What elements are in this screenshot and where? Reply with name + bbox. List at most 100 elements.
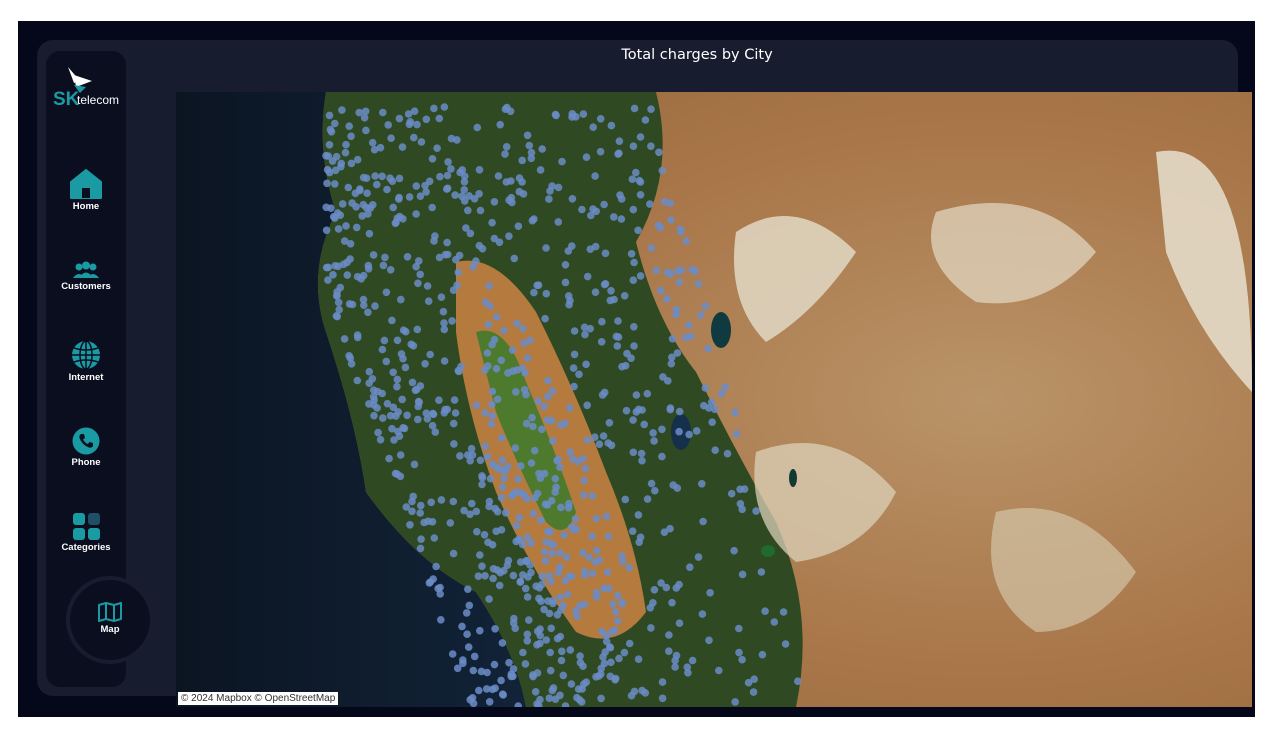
city-marker[interactable] — [449, 419, 458, 428]
city-marker[interactable] — [536, 639, 544, 648]
city-marker[interactable] — [675, 619, 684, 627]
city-marker[interactable] — [681, 333, 690, 342]
city-marker[interactable] — [592, 593, 601, 601]
city-marker[interactable] — [761, 607, 769, 615]
city-marker[interactable] — [727, 489, 736, 498]
city-marker[interactable] — [523, 630, 532, 639]
city-marker[interactable] — [591, 288, 600, 296]
city-marker[interactable] — [325, 111, 334, 120]
city-marker[interactable] — [597, 338, 606, 346]
city-marker[interactable] — [410, 133, 418, 142]
city-marker[interactable] — [779, 608, 788, 616]
city-marker[interactable] — [688, 656, 697, 665]
city-marker[interactable] — [381, 253, 389, 262]
city-marker[interactable] — [735, 648, 743, 657]
city-marker[interactable] — [542, 636, 551, 644]
city-marker[interactable] — [455, 251, 464, 260]
city-marker[interactable] — [579, 549, 587, 557]
city-marker[interactable] — [627, 250, 636, 258]
city-marker[interactable] — [526, 561, 534, 569]
city-marker[interactable] — [731, 698, 739, 706]
city-marker[interactable] — [513, 319, 521, 328]
city-marker[interactable] — [542, 244, 550, 252]
city-marker[interactable] — [359, 295, 368, 304]
city-marker[interactable] — [489, 574, 497, 583]
city-marker[interactable] — [429, 409, 437, 418]
city-marker[interactable] — [417, 501, 425, 510]
city-marker[interactable] — [498, 690, 507, 698]
city-marker[interactable] — [450, 396, 459, 404]
city-marker[interactable] — [731, 408, 739, 417]
city-marker[interactable] — [618, 362, 626, 371]
city-marker[interactable] — [556, 593, 564, 601]
city-marker[interactable] — [614, 317, 622, 325]
city-marker[interactable] — [340, 335, 349, 343]
city-marker[interactable] — [498, 456, 507, 464]
city-marker[interactable] — [698, 610, 707, 618]
city-marker[interactable] — [495, 581, 504, 590]
city-marker[interactable] — [498, 483, 507, 492]
city-marker[interactable] — [334, 298, 343, 307]
city-marker[interactable] — [732, 430, 741, 438]
city-marker[interactable] — [650, 437, 658, 445]
city-marker[interactable] — [606, 296, 615, 305]
city-marker[interactable] — [462, 224, 470, 232]
city-marker[interactable] — [389, 368, 397, 377]
city-marker[interactable] — [575, 370, 583, 379]
city-marker[interactable] — [516, 558, 525, 566]
city-marker[interactable] — [794, 677, 802, 685]
city-marker[interactable] — [694, 280, 703, 288]
city-marker[interactable] — [551, 474, 560, 483]
city-marker[interactable] — [458, 622, 466, 631]
city-marker[interactable] — [554, 455, 562, 464]
city-marker[interactable] — [641, 116, 650, 124]
city-marker[interactable] — [447, 165, 455, 173]
city-marker[interactable] — [551, 695, 560, 703]
city-marker[interactable] — [388, 177, 397, 185]
city-marker[interactable] — [628, 527, 637, 535]
city-marker[interactable] — [430, 104, 438, 113]
city-marker[interactable] — [478, 562, 486, 570]
city-marker[interactable] — [376, 435, 385, 444]
city-marker[interactable] — [579, 110, 588, 118]
city-marker[interactable] — [641, 689, 650, 697]
city-marker[interactable] — [490, 198, 499, 206]
city-marker[interactable] — [542, 538, 550, 546]
city-marker[interactable] — [582, 360, 590, 369]
city-marker[interactable] — [432, 562, 440, 571]
city-marker[interactable] — [369, 251, 378, 259]
city-marker[interactable] — [598, 627, 606, 636]
city-marker[interactable] — [440, 357, 449, 365]
city-marker[interactable] — [417, 138, 426, 146]
city-marker[interactable] — [556, 463, 564, 472]
city-marker[interactable] — [738, 570, 747, 579]
city-marker[interactable] — [735, 624, 743, 633]
city-marker[interactable] — [585, 553, 593, 562]
city-marker[interactable] — [676, 225, 685, 233]
city-marker[interactable] — [597, 694, 605, 703]
city-marker[interactable] — [485, 698, 494, 706]
city-marker[interactable] — [515, 174, 524, 182]
city-marker[interactable] — [610, 213, 618, 221]
city-marker[interactable] — [701, 302, 710, 310]
city-marker[interactable] — [435, 114, 444, 123]
city-marker[interactable] — [433, 144, 441, 152]
city-marker[interactable] — [688, 265, 697, 274]
city-marker[interactable] — [342, 222, 350, 230]
city-marker[interactable] — [643, 389, 652, 398]
city-marker[interactable] — [658, 678, 667, 686]
city-marker[interactable] — [583, 272, 592, 281]
city-marker[interactable] — [533, 281, 541, 290]
city-marker[interactable] — [757, 568, 766, 576]
city-marker[interactable] — [531, 494, 539, 502]
city-marker[interactable] — [704, 344, 712, 353]
city-marker[interactable] — [579, 491, 588, 499]
city-marker[interactable] — [556, 632, 565, 641]
city-marker[interactable] — [517, 489, 525, 497]
city-marker[interactable] — [616, 191, 624, 199]
city-marker[interactable] — [558, 647, 566, 656]
city-marker[interactable] — [647, 244, 656, 252]
city-marker[interactable] — [540, 548, 549, 556]
city-marker[interactable] — [620, 292, 629, 300]
city-marker[interactable] — [652, 266, 661, 275]
